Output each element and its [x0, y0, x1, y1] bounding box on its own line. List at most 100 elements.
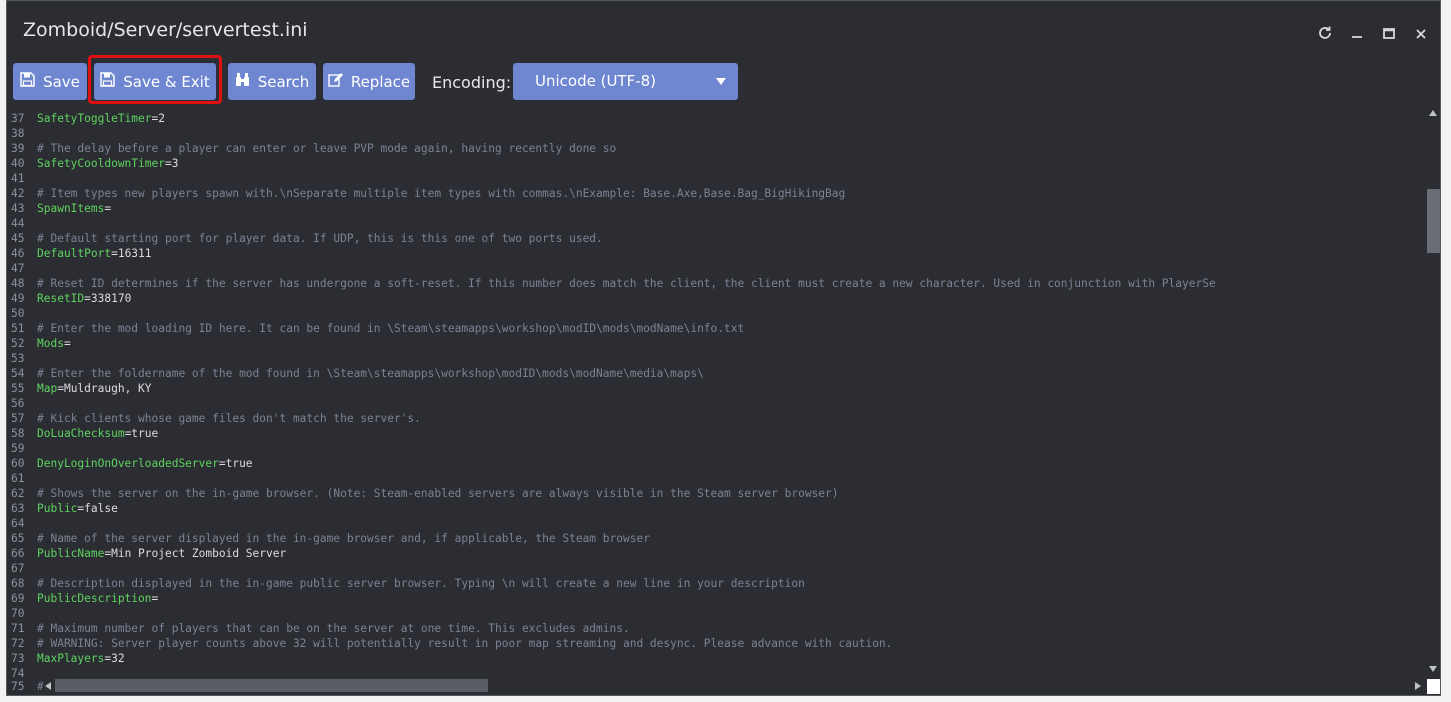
setting-value: =2	[151, 112, 165, 125]
line-number: 41	[11, 172, 25, 185]
editor-line: 39 # The delay before a player can enter …	[7, 141, 616, 156]
setting-value: =	[151, 592, 159, 605]
line-number: 42	[11, 187, 25, 200]
encoding-select[interactable]: Unicode (UTF-8)	[513, 63, 738, 100]
refresh-icon[interactable]	[1317, 25, 1333, 41]
horizontal-scrollbar[interactable]	[43, 679, 1427, 693]
editor-line: 73 MaxPlayers=32	[7, 651, 125, 666]
minimize-icon[interactable]	[1350, 25, 1364, 41]
line-number: 46	[11, 247, 25, 260]
line-number: 65	[11, 532, 25, 545]
search-label: Search	[257, 72, 310, 91]
comment-text: # Kick clients whose game files don't ma…	[37, 412, 421, 425]
editor-line: 49 ResetID=338170	[7, 291, 131, 306]
close-icon[interactable]	[1414, 25, 1428, 41]
scrollbar-corner	[1427, 679, 1440, 694]
editor-line: 56	[7, 396, 37, 411]
line-number: 39	[11, 142, 25, 155]
comment-text: # Name of the server displayed in the in…	[37, 532, 650, 545]
line-number: 61	[11, 472, 25, 485]
setting-key: Mods	[37, 337, 64, 350]
scroll-right-icon[interactable]	[1415, 682, 1421, 690]
replace-button[interactable]: Replace	[323, 63, 415, 100]
encoding-value: Unicode (UTF-8)	[535, 72, 657, 90]
setting-key: Map	[37, 382, 58, 395]
setting-value: =false	[77, 502, 118, 515]
vertical-scrollbar[interactable]	[1427, 106, 1440, 679]
line-number: 59	[11, 442, 25, 455]
editor-line: 42 # Item types new players spawn with.\n…	[7, 186, 845, 201]
line-number: 51	[11, 322, 25, 335]
line-number: 37	[11, 112, 25, 125]
editor-line: 71 # Maximum number of players that can b…	[7, 621, 630, 636]
line-number: 63	[11, 502, 25, 515]
line-number: 43	[11, 202, 25, 215]
line-number: 56	[11, 397, 25, 410]
line-number: 60	[11, 457, 25, 470]
line-number: 64	[11, 517, 25, 530]
vertical-scroll-thumb[interactable]	[1427, 189, 1440, 253]
line-number: 49	[11, 292, 25, 305]
setting-key: PublicName	[37, 547, 105, 560]
editor-line: 46 DefaultPort=16311	[7, 246, 152, 261]
comment-text: # Description displayed in the in-game p…	[37, 577, 805, 590]
editor-line: 57 # Kick clients whose game files don't …	[7, 411, 421, 426]
background-page-bottom	[0, 696, 1451, 702]
setting-value: =	[104, 202, 112, 215]
line-number: 73	[11, 652, 25, 665]
line-number: 62	[11, 487, 25, 500]
comment-text: # WARNING: Server player counts above 32…	[37, 637, 893, 650]
horizontal-scroll-thumb[interactable]	[55, 679, 488, 692]
editor-line: 59	[7, 441, 37, 456]
editor-line: 74	[7, 666, 37, 679]
editor-line: 40 SafetyCooldownTimer=3	[7, 156, 178, 171]
line-number: 66	[11, 547, 25, 560]
search-button[interactable]: Search	[228, 63, 316, 100]
setting-key: SafetyToggleTimer	[37, 112, 152, 125]
line-number: 52	[11, 337, 25, 350]
editor-line: 47	[7, 261, 37, 276]
scroll-up-icon[interactable]	[1429, 110, 1437, 116]
comment-text: # Enter the foldername of the mod found …	[37, 367, 704, 380]
line-number: 74	[11, 667, 25, 679]
editor-line: 41	[7, 171, 37, 186]
editor-line: 44	[7, 216, 37, 231]
comment-text: # Default starting port for player data.…	[37, 232, 603, 245]
line-number: 70	[11, 607, 25, 620]
floppy-icon	[100, 72, 116, 91]
comment-text: # Shows the server on the in-game browse…	[37, 487, 839, 500]
setting-value: =Min Project Zomboid Server	[104, 547, 287, 560]
editor-line: 70	[7, 606, 37, 621]
save-button[interactable]: Save	[13, 63, 87, 100]
line-number: 57	[11, 412, 25, 425]
editor-line: 62 # Shows the server on the in-game brow…	[7, 486, 839, 501]
setting-key: ResetID	[37, 292, 85, 305]
text-editor[interactable]: 37 SafetyToggleTimer=2 38 39 # The delay bef…	[7, 106, 1425, 679]
scroll-down-icon[interactable]	[1429, 666, 1437, 672]
line-number: 68	[11, 577, 25, 590]
editor-line: 63 Public=false	[7, 501, 118, 516]
setting-value: =338170	[84, 292, 132, 305]
maximize-icon[interactable]	[1382, 25, 1396, 41]
line-number: 67	[11, 562, 25, 575]
setting-value: =true	[218, 457, 253, 470]
line-number: 45	[11, 232, 25, 245]
editor-line: 54 # Enter the foldername of the mod foun…	[7, 366, 704, 381]
comment-text: # Reset ID determines if the server has …	[37, 277, 1216, 290]
save-and-exit-button[interactable]: Save & Exit	[94, 63, 216, 100]
setting-value: =	[63, 337, 71, 350]
line-number: 72	[11, 637, 25, 650]
setting-key: PublicDescription	[37, 592, 152, 605]
editor-line: 66 PublicName=Min Project Zomboid Server	[7, 546, 286, 561]
setting-value: =32	[104, 652, 125, 665]
background-page-right	[1441, 0, 1451, 702]
editor-line: 55 Map=Muldraugh, KY	[7, 381, 152, 396]
line-number: 54	[11, 367, 25, 380]
setting-key: SafetyCooldownTimer	[37, 157, 165, 170]
line-number: 75	[11, 680, 25, 693]
editor-line: 64	[7, 516, 37, 531]
editor-line: 45 # Default starting port for player dat…	[7, 231, 603, 246]
editor-line: 51 # Enter the mod loading ID here. It ca…	[7, 321, 744, 336]
line-number: 48	[11, 277, 25, 290]
scroll-left-icon[interactable]	[45, 682, 51, 690]
